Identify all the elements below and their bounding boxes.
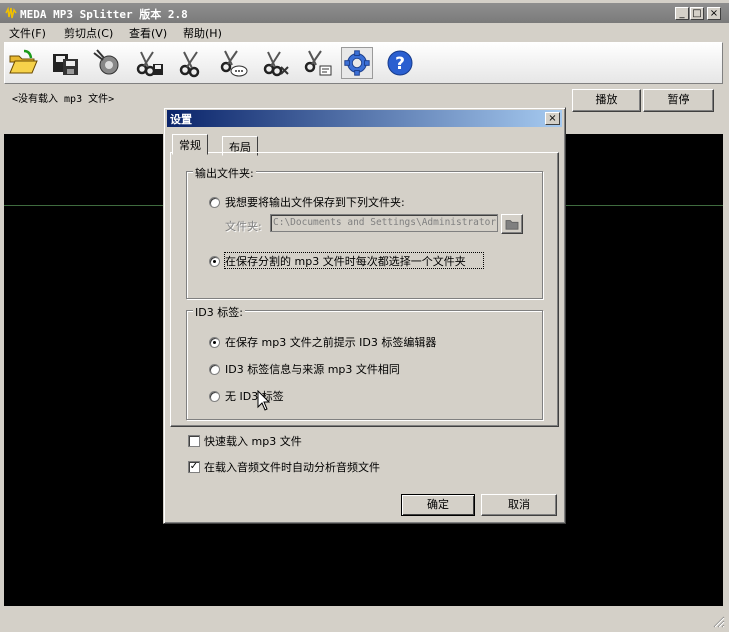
settings-dialog: 设置 × 常规 布局 输出文件夹: 我想要将输出文件保存到下列文件夹: 文件夹:… <box>163 107 566 524</box>
checkbox-auto-analyze-label[interactable]: 在载入音频文件时自动分析音频文件 <box>204 459 380 475</box>
radio-id3-same-as-source-label[interactable]: ID3 标签信息与来源 mp3 文件相同 <box>225 361 400 377</box>
minimize-button[interactable]: _ <box>675 7 689 20</box>
help-icon[interactable]: ? <box>384 47 416 79</box>
menu-help[interactable]: 帮助(H) <box>183 25 222 41</box>
ok-button[interactable]: 确定 <box>401 494 475 516</box>
save-icon[interactable] <box>49 47 81 79</box>
output-folder-group <box>186 171 543 299</box>
close-button[interactable]: × <box>707 7 721 20</box>
radio-id3-prompt-label[interactable]: 在保存 mp3 文件之前提示 ID3 标签编辑器 <box>225 334 436 350</box>
main-window: MEDA MP3 Splitter 版本 2.8 _ □ × 文件(F) 剪切点… <box>0 0 729 632</box>
folder-label: 文件夹: <box>225 220 262 233</box>
menu-view[interactable]: 查看(V) <box>129 25 167 41</box>
radio-id3-prompt[interactable] <box>209 337 220 348</box>
window-title: MEDA MP3 Splitter 版本 2.8 <box>20 8 188 21</box>
radio-id3-none-label[interactable]: 无 ID3 标签 <box>225 388 284 404</box>
toolbar: ? <box>4 42 723 84</box>
cut-icon[interactable] <box>175 47 207 79</box>
cut-comment-icon[interactable] <box>217 47 249 79</box>
menu-bar: 文件(F) 剪切点(C) 查看(V) 帮助(H) <box>0 23 729 41</box>
svg-text:?: ? <box>395 54 405 74</box>
output-folder-group-label: 输出文件夹: <box>193 165 256 181</box>
folder-path-input[interactable]: C:\Documents and Settings\Administrator <box>270 214 498 232</box>
checkbox-auto-analyze[interactable]: ✓ <box>188 461 200 473</box>
scan-icon[interactable] <box>91 47 123 79</box>
tab-general[interactable]: 常规 <box>172 134 208 155</box>
cut-save-icon[interactable] <box>133 47 165 79</box>
open-folder-icon[interactable] <box>7 47 39 79</box>
cut-edit-icon[interactable] <box>301 47 333 79</box>
settings-gear-icon[interactable] <box>341 47 373 79</box>
maximize-button[interactable]: □ <box>690 7 704 20</box>
dialog-title: 设置 <box>170 113 192 126</box>
checkbox-quick-load[interactable] <box>188 435 200 447</box>
cut-delete-icon[interactable] <box>259 47 291 79</box>
radio-id3-none[interactable] <box>209 391 220 402</box>
menu-cutpoint[interactable]: 剪切点(C) <box>64 25 113 41</box>
radio-id3-same-as-source[interactable] <box>209 364 220 375</box>
dialog-title-bar[interactable]: 设置 × <box>167 110 562 127</box>
radio-save-to-folder[interactable] <box>209 197 220 208</box>
radio-choose-each-time[interactable] <box>209 256 220 267</box>
checkbox-quick-load-label[interactable]: 快速载入 mp3 文件 <box>204 433 302 449</box>
id3-tag-group-label: ID3 标签: <box>193 304 245 320</box>
radio-save-to-folder-label[interactable]: 我想要将输出文件保存到下列文件夹: <box>225 194 405 210</box>
pause-button[interactable]: 暂停 <box>643 89 714 112</box>
cancel-button[interactable]: 取消 <box>481 494 557 516</box>
dialog-close-button[interactable]: × <box>545 112 560 125</box>
play-button[interactable]: 播放 <box>572 89 641 112</box>
title-bar[interactable]: MEDA MP3 Splitter 版本 2.8 _ □ × <box>0 3 729 23</box>
mouse-cursor-icon <box>257 390 271 411</box>
folder-icon <box>505 220 519 230</box>
status-text: <没有载入 mp3 文件> <box>12 94 115 105</box>
app-wave-icon <box>5 7 17 19</box>
browse-folder-button[interactable] <box>501 214 523 234</box>
menu-file[interactable]: 文件(F) <box>9 25 46 41</box>
radio-choose-each-time-label[interactable]: 在保存分割的 mp3 文件时每次都选择一个文件夹 <box>225 253 466 269</box>
resize-grip-icon[interactable] <box>711 614 725 628</box>
